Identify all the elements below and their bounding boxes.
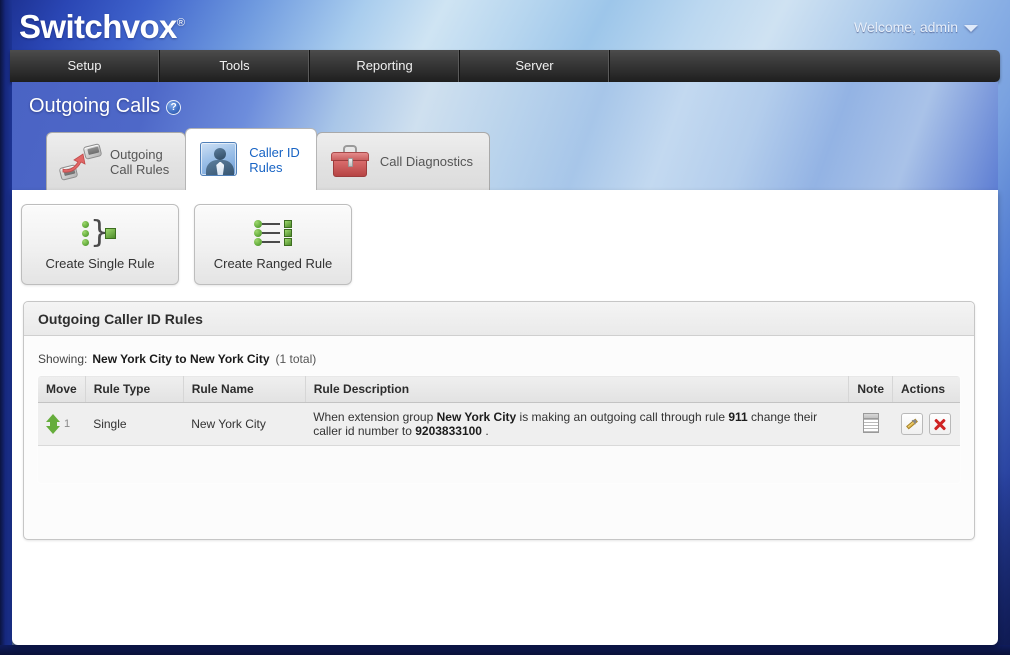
- create-ranged-rule-button[interactable]: Create Ranged Rule: [194, 204, 352, 285]
- desc-part-4: .: [481, 424, 489, 438]
- nav-item-setup[interactable]: Setup: [10, 50, 160, 82]
- main-navigation: Setup Tools Reporting Server: [10, 50, 1000, 82]
- welcome-user-menu[interactable]: Welcome, admin: [854, 19, 958, 35]
- tab-bar: Outgoing Call Rules Caller ID Rules Call…: [46, 128, 491, 190]
- caller-id-rules-table: Move Rule Type Rule Name Rule Descriptio…: [37, 375, 961, 484]
- app-header: Switchvox® Welcome, admin: [12, 0, 1010, 50]
- app-window: Switchvox® Welcome, admin Setup Tools Re…: [0, 0, 1010, 655]
- call-diagnostics-icon: [329, 143, 371, 181]
- page-header-strip: Outgoing Calls? Outgoing Call Rules Call…: [12, 82, 998, 190]
- edit-pencil-icon: [904, 416, 919, 432]
- nav-item-server[interactable]: Server: [460, 50, 610, 82]
- delete-x-icon: [933, 417, 947, 431]
- delete-rule-button[interactable]: [928, 413, 951, 435]
- page-title: Outgoing Calls?: [29, 95, 182, 118]
- cell-actions: [892, 402, 960, 446]
- move-order-number: 1: [64, 418, 71, 430]
- nav-item-reporting[interactable]: Reporting: [310, 50, 460, 82]
- table-footer-cell: [38, 445, 960, 483]
- move-up-down-icon[interactable]: [46, 414, 61, 434]
- action-button-group: } Create Single Rule Create Ranged Rule: [21, 204, 352, 285]
- chevron-down-icon[interactable]: [964, 25, 978, 32]
- page-title-text: Outgoing Calls: [29, 95, 161, 117]
- window-left-rail: [0, 0, 12, 655]
- column-header-rule-type[interactable]: Rule Type: [85, 376, 184, 403]
- note-icon[interactable]: [862, 412, 879, 433]
- desc-caller-id-number: 9203833100: [415, 424, 482, 438]
- tab-caller-id-rules[interactable]: Caller ID Rules: [185, 128, 317, 190]
- single-rule-icon: }: [78, 217, 122, 247]
- button-label: Create Single Rule: [45, 255, 155, 271]
- cell-rule-description: When extension group New York City is ma…: [305, 402, 849, 446]
- window-bottom-rail: [0, 645, 1010, 655]
- cell-rule-type: Single: [85, 402, 184, 446]
- tab-outgoing-call-rules[interactable]: Outgoing Call Rules: [46, 132, 187, 190]
- table-header-row: Move Rule Type Rule Name Rule Descriptio…: [38, 376, 960, 403]
- column-header-actions[interactable]: Actions: [892, 376, 960, 403]
- showing-summary: Showing: New York City to New York City (1…: [24, 336, 974, 375]
- help-icon[interactable]: ?: [166, 100, 182, 115]
- desc-rule-number: 911: [728, 410, 748, 424]
- tab-label: Caller ID Rules: [249, 144, 300, 175]
- column-header-note[interactable]: Note: [848, 376, 893, 403]
- desc-part-2: is making an outgoing call through rule: [516, 410, 729, 424]
- tab-call-diagnostics[interactable]: Call Diagnostics: [315, 132, 491, 190]
- tab-label: Outgoing Call Rules: [110, 146, 170, 177]
- table-row: 1 Single New York City When extension gr…: [38, 402, 960, 446]
- nav-item-tools[interactable]: Tools: [160, 50, 310, 82]
- column-header-rule-description[interactable]: Rule Description: [305, 376, 850, 403]
- edit-rule-button[interactable]: [900, 413, 923, 435]
- page-content: } Create Single Rule Create Ranged Rule …: [12, 190, 998, 645]
- column-header-rule-name[interactable]: Rule Name: [183, 376, 306, 403]
- showing-count: (1 total): [275, 352, 317, 366]
- cell-rule-name: New York City: [183, 402, 306, 446]
- cell-note: [848, 402, 893, 446]
- ranged-rule-icon: [251, 219, 295, 247]
- desc-part-1: When extension group: [313, 410, 437, 424]
- showing-label: Showing:: [38, 352, 88, 366]
- cell-move: 1: [38, 402, 86, 446]
- table-footer-row: [38, 445, 960, 483]
- tab-label: Call Diagnostics: [379, 154, 474, 169]
- caller-id-rules-icon: [198, 141, 240, 179]
- panel-title: Outgoing Caller ID Rules: [24, 302, 974, 336]
- create-single-rule-button[interactable]: } Create Single Rule: [21, 204, 179, 285]
- button-label: Create Ranged Rule: [213, 255, 333, 271]
- switchvox-logo: Switchvox®: [19, 8, 185, 46]
- red-arrow-shape: [62, 152, 86, 173]
- outgoing-caller-id-rules-panel: Outgoing Caller ID Rules Showing: New Yor…: [23, 301, 975, 540]
- outgoing-call-rules-icon: [58, 142, 103, 181]
- logo-text: Switchvox: [19, 8, 177, 45]
- desc-extension-group: New York City: [436, 410, 517, 424]
- nav-filler: [610, 50, 1000, 82]
- column-header-move[interactable]: Move: [38, 376, 86, 403]
- registered-mark: ®: [176, 17, 185, 29]
- showing-value: New York City to New York City: [92, 352, 270, 366]
